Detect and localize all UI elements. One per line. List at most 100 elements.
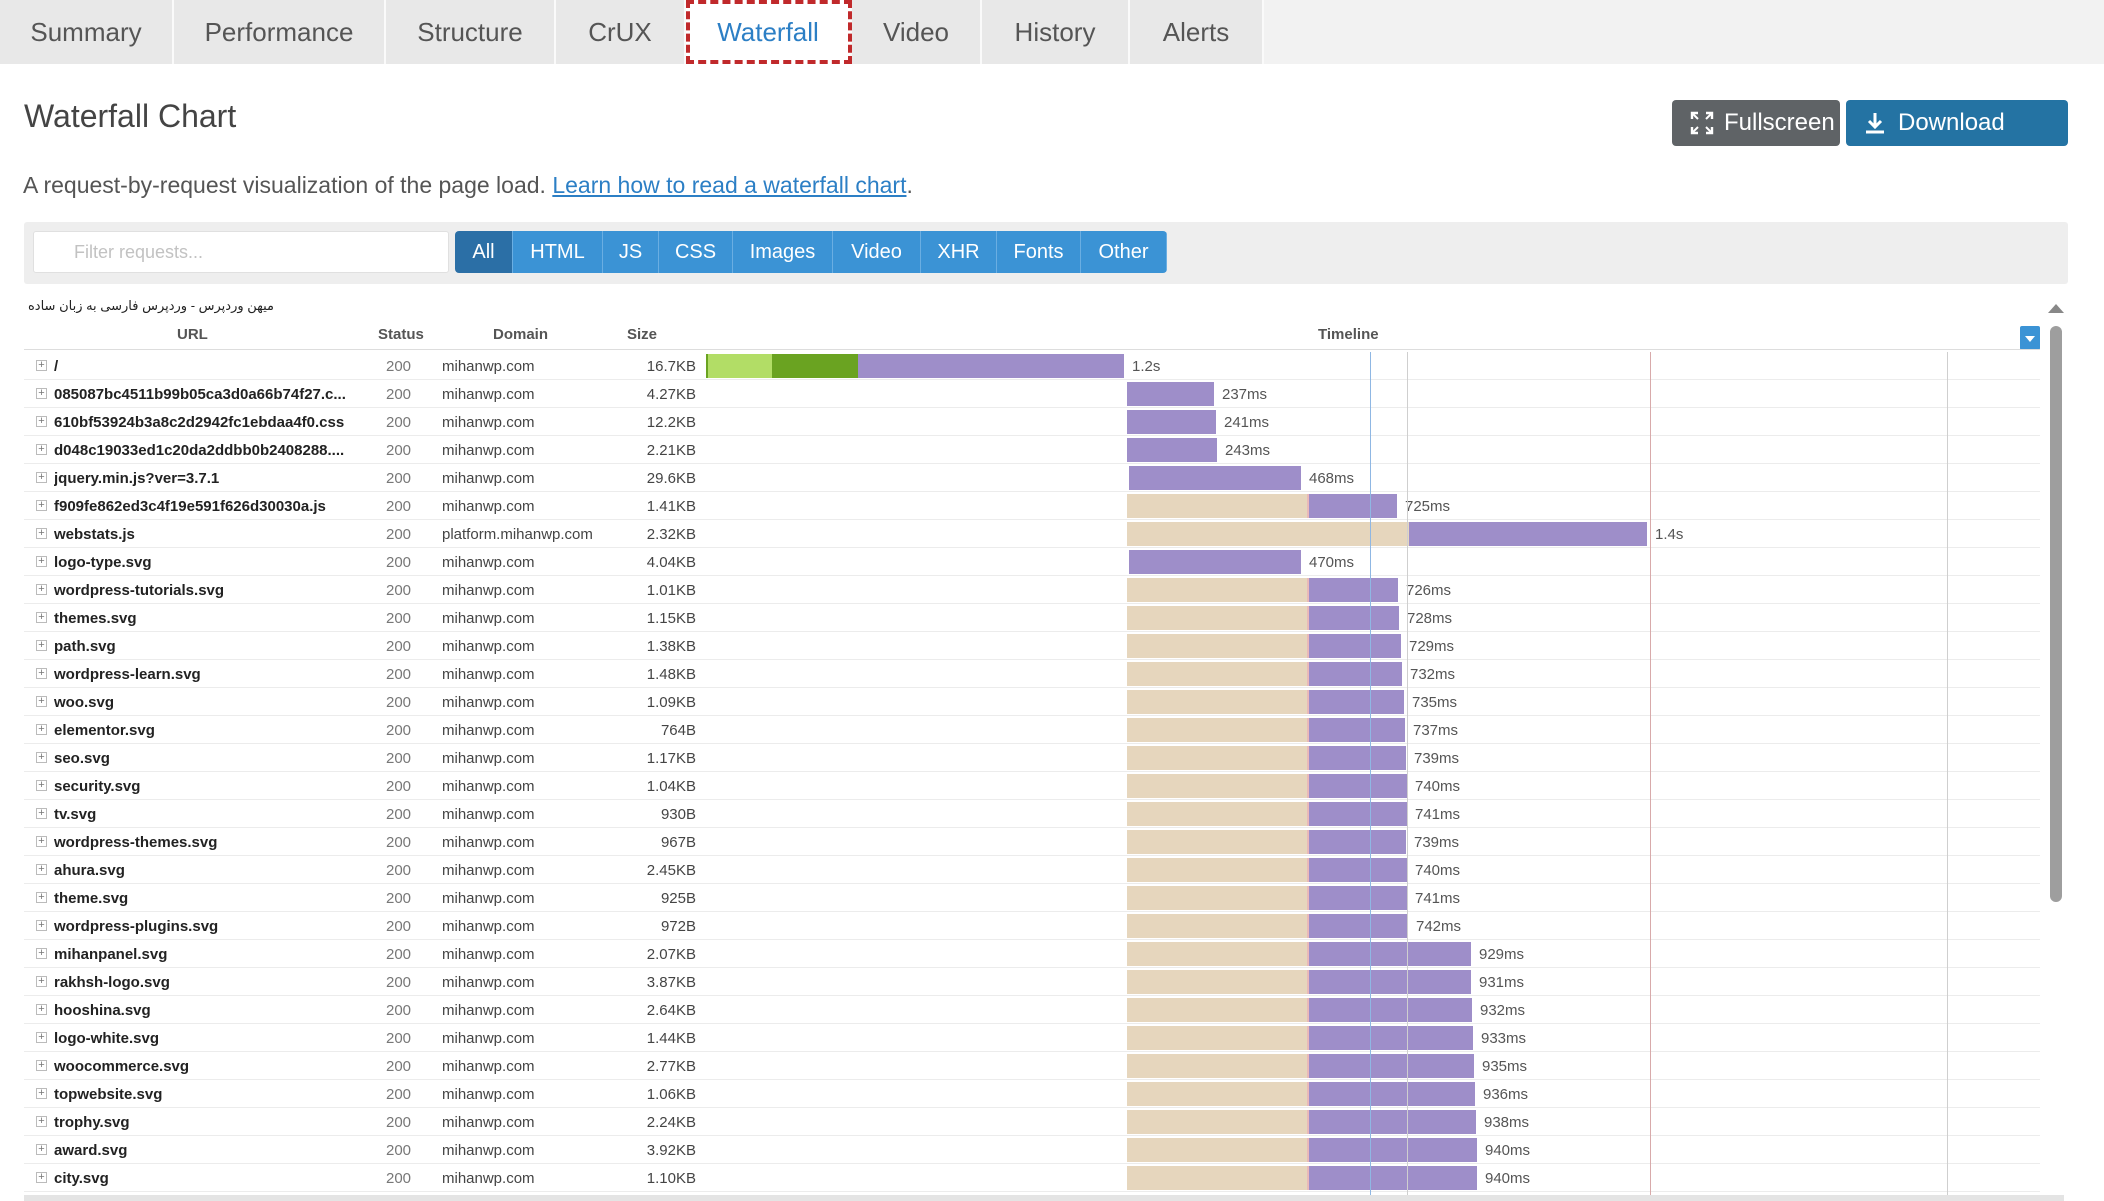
request-row[interactable]: + path.svg 200 mihanwp.com 1.38KB 729ms	[24, 632, 2040, 660]
download-har-button[interactable]: Download HAR	[1846, 100, 2068, 182]
timeline-options-dropdown[interactable]	[2020, 326, 2040, 350]
request-status: 200	[386, 386, 412, 403]
expand-icon[interactable]: +	[36, 752, 47, 763]
tab-crux[interactable]: CrUX	[556, 0, 686, 64]
expand-icon[interactable]: +	[36, 696, 47, 707]
column-domain[interactable]: Domain	[493, 326, 548, 348]
tab-video[interactable]: Video	[852, 0, 982, 64]
expand-icon[interactable]: +	[36, 584, 47, 595]
tab-alerts[interactable]: Alerts	[1130, 0, 1264, 64]
request-row[interactable]: + hooshina.svg 200 mihanwp.com 2.64KB 932ms	[24, 996, 2040, 1024]
filter-images-button[interactable]: Images	[733, 231, 833, 273]
request-row[interactable]: + rakhsh-logo.svg 200 mihanwp.com 3.87KB 931m…	[24, 968, 2040, 996]
expand-icon[interactable]: +	[36, 472, 47, 483]
expand-icon[interactable]: +	[36, 556, 47, 567]
request-row[interactable]: + theme.svg 200 mihanwp.com 925B 741ms	[24, 884, 2040, 912]
timeline-bar-segment	[1127, 1138, 1307, 1162]
filter-video-button[interactable]: Video	[833, 231, 921, 273]
expand-icon[interactable]: +	[36, 976, 47, 987]
request-row[interactable]: + wordpress-themes.svg 200 mihanwp.com 967B 7…	[24, 828, 2040, 856]
scroll-up-icon[interactable]	[2048, 304, 2064, 313]
expand-icon[interactable]: +	[36, 1004, 47, 1015]
request-row[interactable]: + woo.svg 200 mihanwp.com 1.09KB 735ms	[24, 688, 2040, 716]
request-status: 200	[386, 806, 412, 823]
filter-css-button[interactable]: CSS	[659, 231, 733, 273]
expand-icon[interactable]: +	[36, 640, 47, 651]
tab-waterfall[interactable]: Waterfall	[686, 0, 852, 64]
request-row[interactable]: +610bf53924b3a8c2d2942fc1ebdaa4f0.css 200…	[24, 408, 2040, 436]
expand-icon[interactable]: +	[36, 360, 47, 371]
vertical-scrollbar[interactable]	[2050, 326, 2062, 902]
request-url: hooshina.svg	[54, 1002, 151, 1019]
fullscreen-button[interactable]: Fullscreen	[1672, 100, 1840, 146]
filter-js-button[interactable]: JS	[603, 231, 659, 273]
timeline-bar-segment	[1127, 746, 1307, 770]
expand-icon[interactable]: +	[36, 1060, 47, 1071]
filter-fonts-button[interactable]: Fonts	[997, 231, 1081, 273]
request-row[interactable]: + seo.svg 200 mihanwp.com 1.17KB 739ms	[24, 744, 2040, 772]
expand-icon[interactable]: +	[36, 528, 47, 539]
expand-icon[interactable]: +	[36, 444, 47, 455]
expand-icon[interactable]: +	[36, 1144, 47, 1155]
request-url: mihanpanel.svg	[54, 946, 168, 963]
request-row[interactable]: + webstats.js 200 platform.mihanwp.com 2.32K…	[24, 520, 2040, 548]
request-domain: mihanwp.com	[442, 666, 535, 683]
tab-performance[interactable]: Performance	[174, 0, 386, 64]
request-row[interactable]: + wordpress-learn.svg 200 mihanwp.com 1.48KB…	[24, 660, 2040, 688]
request-size: 4.27KB	[646, 386, 696, 403]
request-row[interactable]: + logo-type.svg 200 mihanwp.com 4.04KB 470ms	[24, 548, 2040, 576]
request-row[interactable]: + themes.svg 200 mihanwp.com 1.15KB 728ms	[24, 604, 2040, 632]
column-status[interactable]: Status	[378, 326, 424, 348]
expand-icon[interactable]: +	[36, 836, 47, 847]
request-row[interactable]: +085087bc4511b99b05ca3d0a66b74f27.c... 20…	[24, 380, 2040, 408]
column-url[interactable]: URL	[177, 326, 208, 348]
request-row[interactable]: + tv.svg 200 mihanwp.com 930B 741ms	[24, 800, 2040, 828]
request-row[interactable]: + wordpress-tutorials.svg 200 mihanwp.com 1.…	[24, 576, 2040, 604]
request-row[interactable]: + ahura.svg 200 mihanwp.com 2.45KB 740ms	[24, 856, 2040, 884]
request-row[interactable]: + elementor.svg 200 mihanwp.com 764B 737ms	[24, 716, 2040, 744]
tab-summary[interactable]: Summary	[0, 0, 174, 64]
expand-icon[interactable]: +	[36, 1172, 47, 1183]
request-row[interactable]: + wordpress-plugins.svg 200 mihanwp.com 972B…	[24, 912, 2040, 940]
request-size: 2.07KB	[646, 946, 696, 963]
request-row[interactable]: + jquery.min.js?ver=3.7.1 200 mihanwp.com 29…	[24, 464, 2040, 492]
request-row[interactable]: + topwebsite.svg 200 mihanwp.com 1.06KB 936ms	[24, 1080, 2040, 1108]
expand-icon[interactable]: +	[36, 724, 47, 735]
expand-icon[interactable]: +	[36, 780, 47, 791]
request-row[interactable]: + logo-white.svg 200 mihanwp.com 1.44KB 933ms	[24, 1024, 2040, 1052]
expand-icon[interactable]: +	[36, 920, 47, 931]
expand-icon[interactable]: +	[36, 864, 47, 875]
request-row[interactable]: + city.svg 200 mihanwp.com 1.10KB 940ms	[24, 1164, 2040, 1192]
learn-waterfall-link[interactable]: Learn how to read a waterfall chart	[552, 172, 906, 198]
expand-icon[interactable]: +	[36, 1032, 47, 1043]
horizontal-scrollbar[interactable]	[24, 1195, 2064, 1201]
request-duration: 742ms	[1416, 918, 1462, 935]
column-size[interactable]: Size	[627, 326, 657, 348]
expand-icon[interactable]: +	[36, 1116, 47, 1127]
expand-icon[interactable]: +	[36, 416, 47, 427]
filter-all-button[interactable]: All	[455, 231, 513, 273]
expand-icon[interactable]: +	[36, 668, 47, 679]
filter-xhr-button[interactable]: XHR	[921, 231, 997, 273]
expand-icon[interactable]: +	[36, 948, 47, 959]
timeline-bar-segment	[1127, 858, 1307, 882]
request-row[interactable]: + d048c19033ed1c20da2ddbb0b2408288.... 200…	[24, 436, 2040, 464]
request-row[interactable]: + security.svg 200 mihanwp.com 1.04KB 740ms	[24, 772, 2040, 800]
expand-icon[interactable]: +	[36, 388, 47, 399]
filter-requests-input[interactable]	[33, 231, 449, 273]
expand-icon[interactable]: +	[36, 1088, 47, 1099]
request-row[interactable]: + / 200 mihanwp.com 16.7KB 1.2s	[24, 352, 2040, 380]
request-row[interactable]: + f909fe862ed3c4f19e591f626d30030a.js 200 m…	[24, 492, 2040, 520]
tab-history[interactable]: History	[982, 0, 1130, 64]
filter-other-button[interactable]: Other	[1081, 231, 1167, 273]
expand-icon[interactable]: +	[36, 500, 47, 511]
tab-structure[interactable]: Structure	[386, 0, 556, 64]
request-row[interactable]: + mihanpanel.svg 200 mihanwp.com 2.07KB 929ms	[24, 940, 2040, 968]
request-row[interactable]: + trophy.svg 200 mihanwp.com 2.24KB 938ms	[24, 1108, 2040, 1136]
expand-icon[interactable]: +	[36, 892, 47, 903]
expand-icon[interactable]: +	[36, 612, 47, 623]
request-row[interactable]: + award.svg 200 mihanwp.com 3.92KB 940ms	[24, 1136, 2040, 1164]
filter-html-button[interactable]: HTML	[513, 231, 603, 273]
request-row[interactable]: + woocommerce.svg 200 mihanwp.com 2.77KB 935m…	[24, 1052, 2040, 1080]
expand-icon[interactable]: +	[36, 808, 47, 819]
